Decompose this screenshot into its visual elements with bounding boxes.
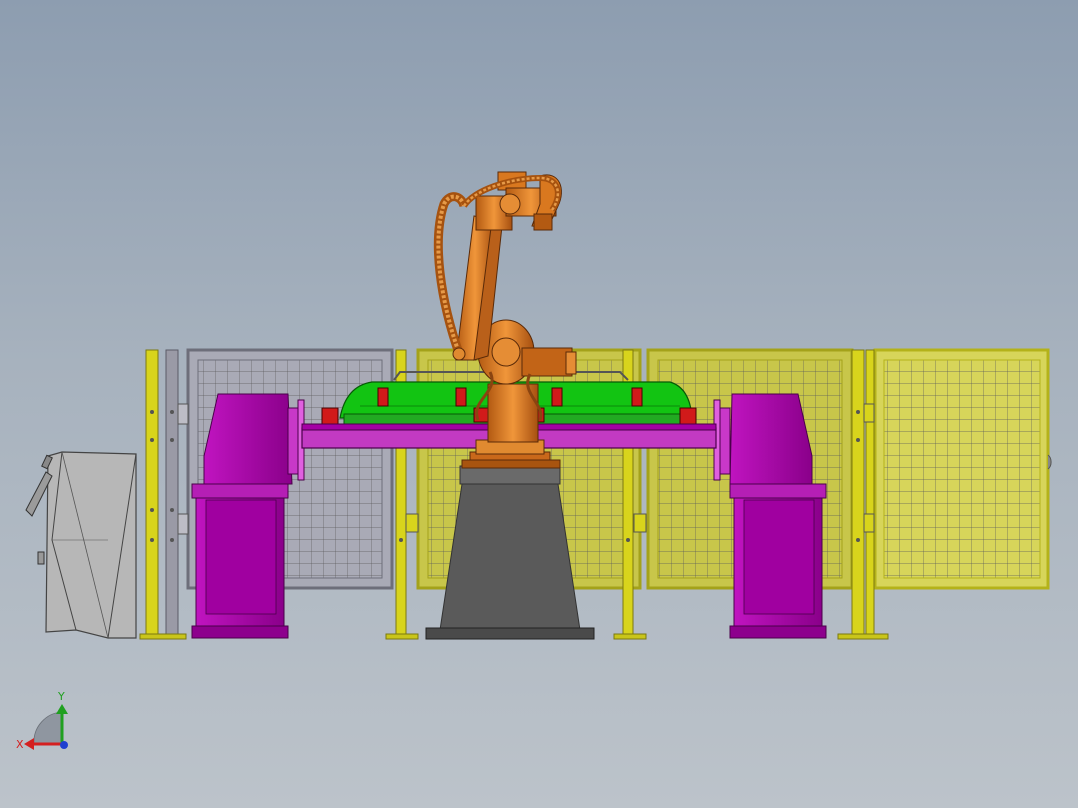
x-axis-label: X (16, 738, 24, 751)
cad-viewport[interactable]: X Y (0, 0, 1078, 808)
coordinate-triad: X Y (16, 690, 68, 751)
model-drawing: X Y (16, 171, 1052, 751)
fence-panel-yellow-3 (873, 348, 1052, 590)
robot-controller-cabinet (25, 451, 137, 639)
z-axis-arrow (60, 741, 68, 749)
y-axis-label: Y (57, 690, 65, 703)
